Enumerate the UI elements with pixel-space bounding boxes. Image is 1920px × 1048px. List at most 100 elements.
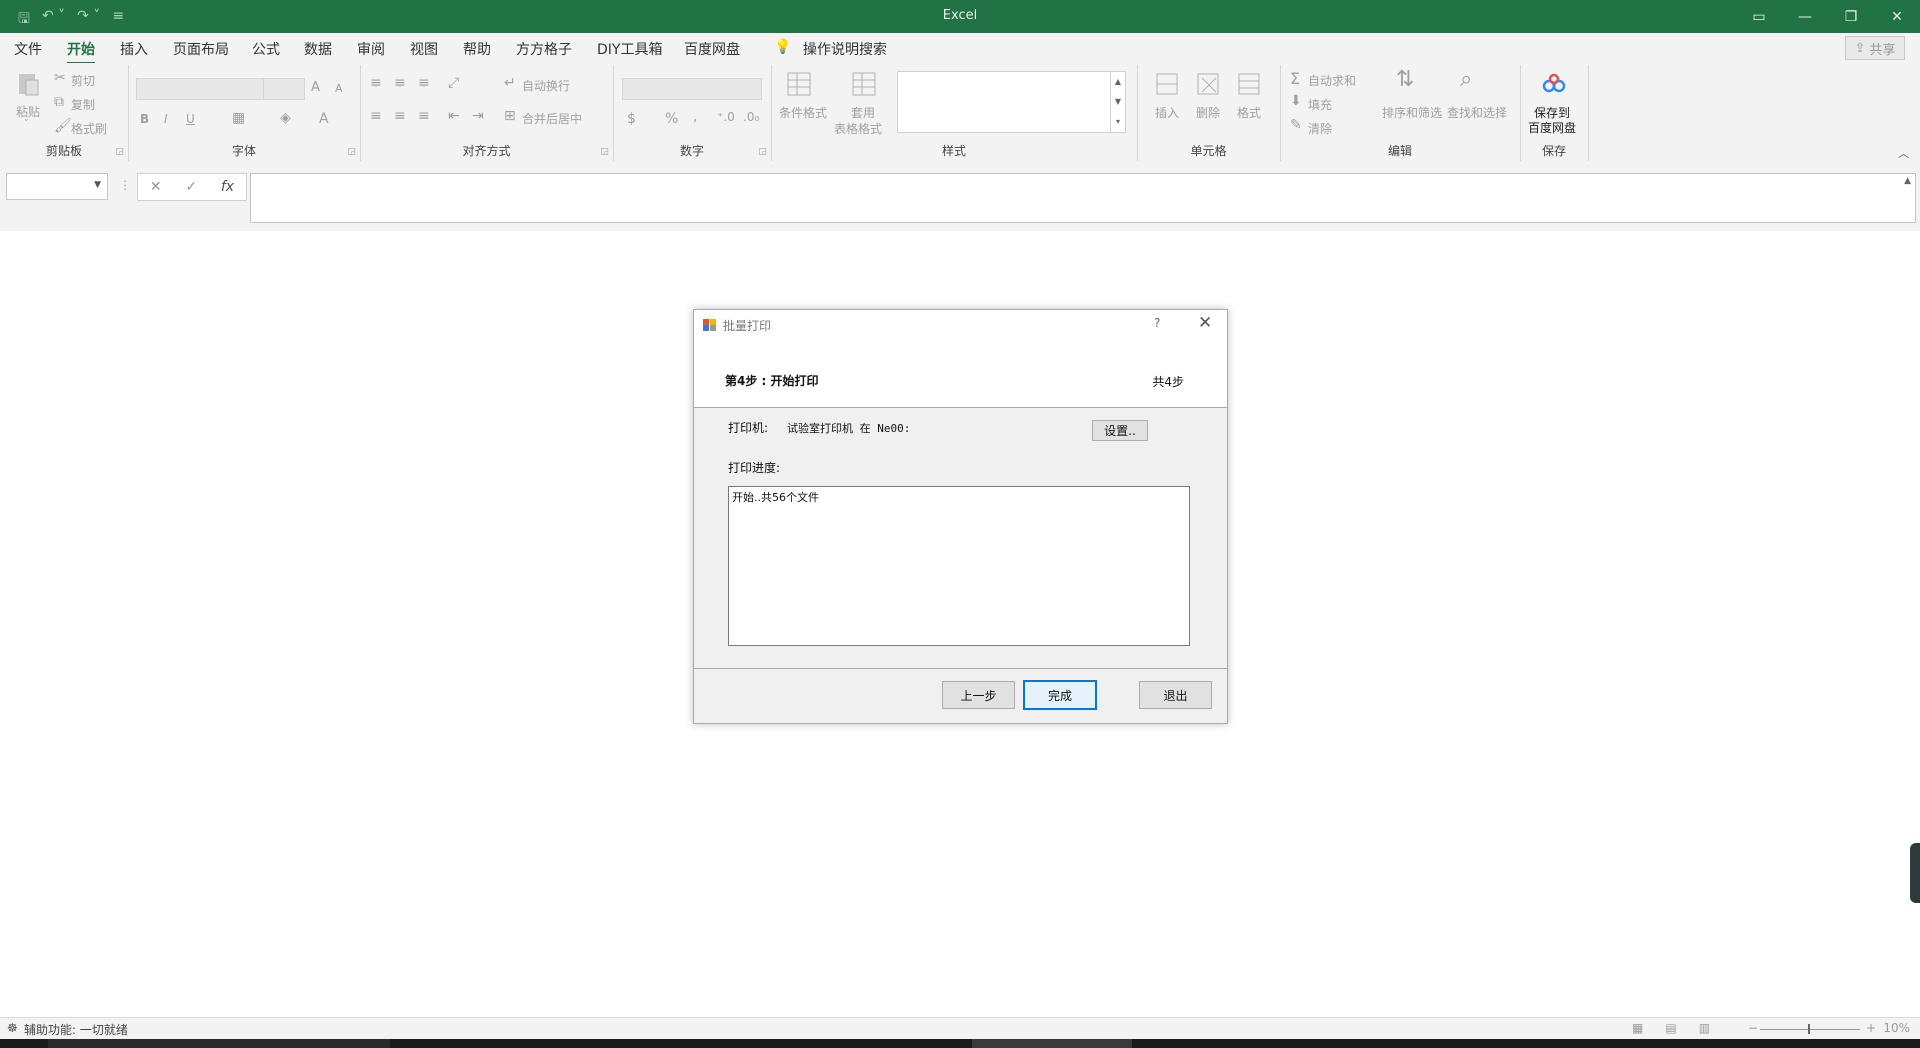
wrap-text-icon[interactable]: ↵	[504, 75, 516, 91]
align-bottom-icon[interactable]: ≡	[418, 75, 430, 91]
decrease-decimal-icon[interactable]: .0₀	[743, 110, 759, 124]
previous-step-button[interactable]: 上一步	[942, 681, 1015, 709]
taskbar-item[interactable]	[972, 1039, 1132, 1048]
tell-me-search[interactable]: 操作说明搜索	[803, 39, 887, 59]
wrap-text-label[interactable]: 自动换行	[522, 77, 570, 94]
format-cells-label[interactable]: 格式	[1237, 104, 1261, 121]
grow-font-icon[interactable]: A	[311, 80, 320, 95]
taskbar-item[interactable]	[48, 1039, 390, 1048]
finish-button[interactable]: 完成	[1023, 680, 1097, 710]
side-panel-handle[interactable]	[1910, 843, 1920, 903]
paste-dropdown-icon[interactable]: ˅	[24, 119, 29, 129]
page-break-view-icon[interactable]: ▥	[1699, 1021, 1710, 1035]
orientation-icon[interactable]: ⤢	[448, 75, 459, 91]
progress-log[interactable]: 开始..共56个文件	[728, 486, 1190, 646]
tab-insert[interactable]: 插入	[120, 39, 148, 59]
format-as-table-label-2[interactable]: 表格格式	[834, 120, 882, 137]
tab-view[interactable]: 视图	[410, 39, 438, 59]
normal-view-icon[interactable]: ▦	[1632, 1021, 1643, 1035]
collapse-ribbon-icon[interactable]: ︿	[1898, 145, 1909, 161]
tab-page-layout[interactable]: 页面布局	[173, 39, 229, 59]
zoom-in-icon[interactable]: +	[1866, 1021, 1876, 1035]
help-icon[interactable]: ?	[1154, 316, 1160, 330]
accessibility-status[interactable]: 辅助功能: 一切就绪	[24, 1021, 128, 1038]
copy-icon[interactable]: ⧉	[54, 94, 64, 110]
formula-bar-splitter-icon[interactable]: ⋮	[119, 178, 131, 192]
find-select-icon[interactable]: ⌕	[1460, 67, 1472, 92]
cut-icon[interactable]: ✂	[54, 70, 66, 86]
page-layout-view-icon[interactable]: ▤	[1665, 1021, 1676, 1035]
exit-button[interactable]: 退出	[1139, 681, 1212, 709]
sort-filter-label[interactable]: 排序和筛选	[1382, 104, 1442, 121]
format-painter-icon[interactable]: 🖌	[54, 118, 72, 134]
number-launcher-icon[interactable]: ◲	[758, 147, 767, 157]
clear-label[interactable]: 清除	[1308, 120, 1332, 137]
zoom-level[interactable]: 10%	[1883, 1021, 1910, 1035]
font-color-button[interactable]: A	[319, 111, 329, 127]
conditional-format-label[interactable]: 条件格式	[779, 104, 827, 121]
insert-cells-icon[interactable]	[1153, 70, 1181, 98]
save-to-pan-label-2[interactable]: 百度网盘	[1528, 119, 1576, 136]
merge-center-icon[interactable]: ⊞	[504, 108, 516, 124]
close-icon[interactable]: ✕	[1874, 0, 1920, 33]
clipboard-launcher-icon[interactable]: ◲	[115, 147, 124, 157]
format-painter-label[interactable]: 格式刷	[71, 120, 107, 137]
tab-file[interactable]: 文件	[14, 39, 42, 59]
align-center-icon[interactable]: ≡	[394, 108, 406, 124]
alignment-launcher-icon[interactable]: ◲	[600, 147, 609, 157]
restore-icon[interactable]: ❐	[1828, 0, 1874, 33]
autosum-icon[interactable]: Σ	[1290, 69, 1300, 88]
tab-formulas[interactable]: 公式	[252, 39, 280, 59]
autosum-label[interactable]: 自动求和	[1308, 72, 1356, 89]
cell-styles-gallery[interactable]: ▲ ▼ ▾	[897, 71, 1126, 133]
minimize-icon[interactable]: —	[1782, 0, 1828, 33]
italic-button[interactable]: I	[164, 112, 168, 126]
font-name-combo[interactable]	[136, 78, 264, 100]
tab-fangfang[interactable]: 方方格子	[516, 39, 572, 59]
fill-icon[interactable]: ⬇	[1290, 93, 1302, 109]
zoom-slider[interactable]	[1760, 1029, 1860, 1030]
baidu-pan-icon[interactable]	[1540, 70, 1568, 98]
fill-label[interactable]: 填充	[1308, 96, 1332, 113]
ribbon-display-icon[interactable]: ▭	[1736, 0, 1782, 33]
borders-icon[interactable]: ▦	[232, 110, 245, 126]
format-cells-icon[interactable]	[1235, 70, 1263, 98]
align-left-icon[interactable]: ≡	[370, 108, 382, 124]
increase-indent-icon[interactable]: ⇥	[472, 108, 484, 124]
zoom-out-icon[interactable]: −	[1748, 1021, 1758, 1035]
tab-help[interactable]: 帮助	[463, 39, 491, 59]
cut-label[interactable]: 剪切	[71, 72, 95, 89]
delete-cells-label[interactable]: 删除	[1196, 104, 1220, 121]
tab-review[interactable]: 审阅	[357, 39, 385, 59]
formula-input[interactable]: ▲	[250, 173, 1916, 223]
formula-collapse-icon[interactable]: ▲	[1904, 176, 1911, 186]
font-size-combo[interactable]	[263, 78, 305, 100]
clear-icon[interactable]: ✎	[1290, 117, 1302, 133]
accessibility-icon[interactable]: ☸	[7, 1021, 18, 1035]
paste-label[interactable]: 粘贴	[16, 103, 40, 120]
bold-button[interactable]: B	[140, 112, 149, 126]
font-launcher-icon[interactable]: ◲	[347, 147, 356, 157]
comma-button[interactable]: ,	[693, 109, 697, 125]
sort-filter-icon[interactable]: ⇅	[1396, 67, 1414, 92]
conditional-format-icon[interactable]	[785, 70, 813, 98]
gallery-scroll[interactable]: ▲ ▼ ▾	[1110, 72, 1125, 132]
format-as-table-label-1[interactable]: 套用	[851, 104, 875, 121]
decrease-indent-icon[interactable]: ⇤	[448, 108, 460, 124]
close-icon[interactable]: ✕	[1198, 313, 1212, 333]
align-middle-icon[interactable]: ≡	[394, 75, 406, 91]
shrink-font-icon[interactable]: A	[335, 82, 343, 95]
copy-label[interactable]: 复制	[71, 96, 95, 113]
increase-decimal-icon[interactable]: ⁺.0	[717, 110, 735, 124]
currency-button[interactable]: $	[627, 111, 636, 127]
zoom-slider-thumb[interactable]	[1808, 1024, 1810, 1034]
insert-cells-label[interactable]: 插入	[1155, 104, 1179, 121]
merge-center-label[interactable]: 合并后居中	[522, 110, 582, 127]
align-top-icon[interactable]: ≡	[370, 75, 382, 91]
align-right-icon[interactable]: ≡	[418, 108, 430, 124]
find-select-label[interactable]: 查找和选择	[1447, 104, 1507, 121]
format-as-table-icon[interactable]	[850, 70, 878, 98]
enter-formula-icon[interactable]: ✓	[185, 179, 197, 195]
fill-color-icon[interactable]: ◈	[280, 110, 291, 126]
tab-baidu-pan[interactable]: 百度网盘	[684, 39, 740, 59]
